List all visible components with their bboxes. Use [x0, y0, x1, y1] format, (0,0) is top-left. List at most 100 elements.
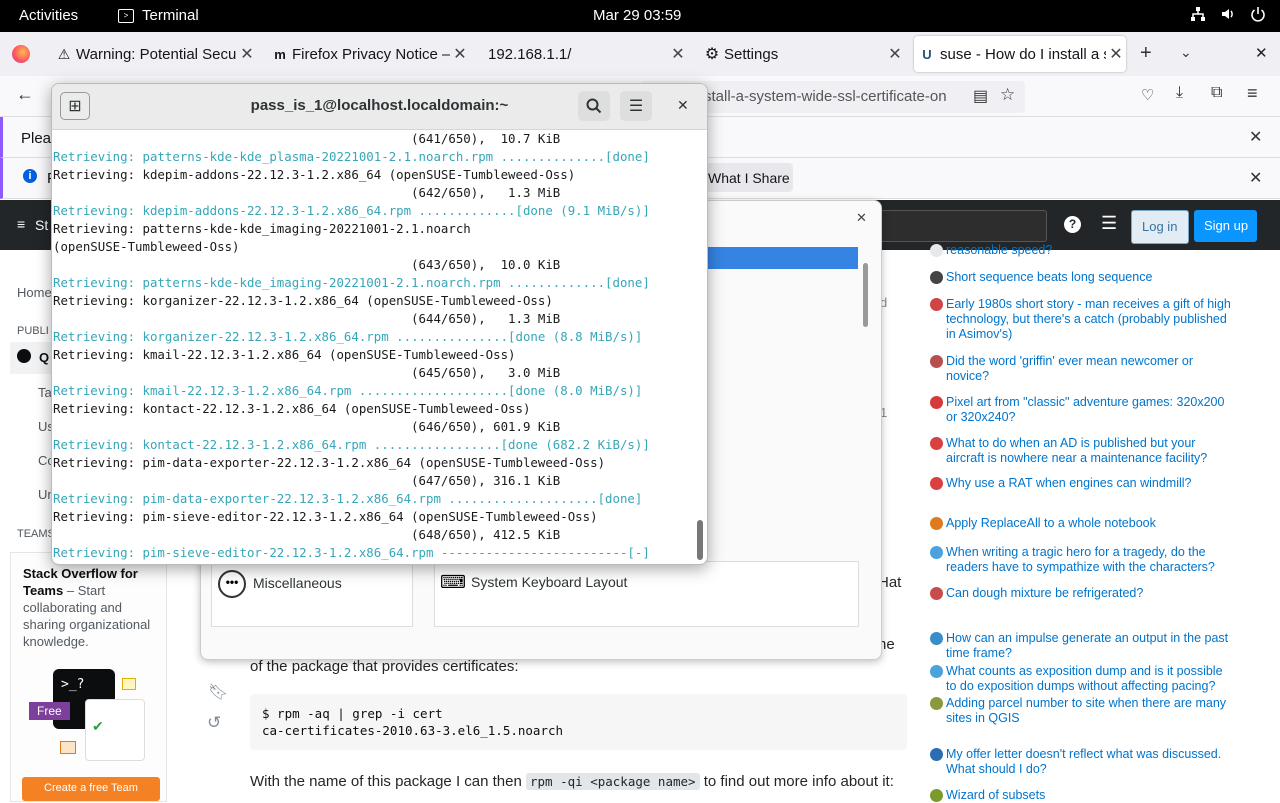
network-icon [1191, 7, 1205, 21]
hot-question-link[interactable]: Did the word 'griffin' ever mean newcome… [930, 354, 1236, 384]
terminal-output[interactable]: (641/650), 10.7 KiB Retrieving: patterns-… [53, 130, 693, 564]
hot-question-link[interactable]: Can dough mixture be refrigerated? [930, 586, 1236, 601]
close-icon[interactable]: ✕ [1249, 127, 1262, 147]
hot-question-link[interactable]: When writing a tragic hero for a tragedy… [930, 545, 1236, 575]
volume-icon [1222, 9, 1233, 19]
site-switcher-icon[interactable]: ☰ [1101, 213, 1117, 234]
extensions-icon[interactable]: ⧉ [1211, 84, 1222, 102]
close-tab-icon[interactable]: ✕ [885, 44, 905, 64]
answer-text: of the package that provides certificate… [250, 658, 519, 675]
keyboard-layout-label[interactable]: System Keyboard Layout [471, 574, 627, 590]
close-tab-icon[interactable]: ✕ [237, 44, 257, 64]
terminal-line: (646/650), 601.9 KiB [53, 419, 561, 434]
bookmark-icon[interactable]: 🔖︎ [208, 682, 228, 702]
info-icon: i [23, 169, 37, 183]
terminal-scrollbar[interactable] [697, 520, 703, 560]
back-arrow-icon[interactable]: ← [16, 84, 34, 105]
site-icon [930, 665, 943, 678]
system-tray[interactable] [1190, 6, 1266, 22]
tab-security-warning[interactable]: ⚠ Warning: Potential Security Risk Ahead… [52, 36, 257, 72]
create-team-button[interactable]: Create a free Team [22, 777, 160, 801]
close-icon[interactable]: ✕ [677, 97, 689, 114]
terminal-line: Retrieving: patterns-kde-kde_imaging-202… [53, 221, 471, 236]
hot-question-link[interactable]: Why use a RAT when engines can windmill? [930, 476, 1236, 491]
firefox-menu-icon[interactable] [12, 45, 30, 63]
signup-label: Sign up [1204, 218, 1249, 233]
terminal-line: (648/650), 412.5 KiB [53, 527, 561, 542]
hot-question-link[interactable]: reasonable speed? [930, 243, 1236, 258]
unix-se-icon: U [922, 46, 932, 62]
code-block: $ rpm -aq | grep -i cert ca-certificates… [250, 694, 907, 750]
terminal-line: Retrieving: pim-data-exporter-22.12.3-1.… [53, 455, 606, 470]
so-menu-icon[interactable]: ≡ [17, 216, 25, 232]
pocket-icon[interactable]: ♡ [1141, 86, 1154, 104]
hot-question-link[interactable]: How can an impulse generate an output in… [930, 631, 1236, 661]
login-button[interactable]: Log in [1131, 210, 1189, 244]
terminal-line: (641/650), 10.7 KiB [53, 131, 561, 146]
site-icon [930, 587, 943, 600]
so-search-input[interactable] [870, 210, 1047, 242]
hot-question-link[interactable]: Adding parcel number to site when there … [930, 696, 1236, 726]
site-icon [930, 298, 943, 311]
terminal-line: Retrieving: pim-sieve-editor-22.12.3-1.2… [53, 509, 598, 524]
scrollbar[interactable] [863, 263, 868, 327]
terminal-line: Retrieving: kmail-22.12.3-1.2.x86_64 (op… [53, 347, 516, 362]
hot-question-link[interactable]: Wizard of subsets [930, 788, 1236, 803]
hamburger-menu-icon[interactable]: ≡ [1247, 83, 1258, 104]
close-icon[interactable]: ✕ [856, 210, 867, 226]
hot-question-link[interactable]: What counts as exposition dump and is it… [930, 664, 1236, 694]
so-logo[interactable]: St [35, 217, 48, 233]
misc-label[interactable]: Miscellaneous [253, 575, 342, 591]
login-label: Log in [1142, 219, 1178, 234]
clock[interactable]: Mar 29 03:59 [593, 7, 681, 24]
activities-button[interactable]: Activities [19, 7, 78, 24]
firefox-tab-strip: ⚠ Warning: Potential Security Risk Ahead… [0, 32, 1280, 76]
hot-question-text: reasonable speed? [946, 243, 1053, 257]
tab-privacy-notice[interactable]: m Firefox Privacy Notice — Mozilla ✕ [268, 36, 470, 72]
downloads-icon[interactable]: ⤓ [1176, 84, 1183, 102]
tab-list-chevron-icon[interactable]: ⌄ [1180, 44, 1192, 61]
site-icon [930, 271, 943, 284]
close-window-icon[interactable]: ✕ [1255, 44, 1268, 62]
close-icon[interactable]: ✕ [1249, 168, 1262, 188]
teams-promo: Stack Overflow for Teams – Start collabo… [10, 552, 167, 802]
keyboard-icon: ⌨ [440, 572, 466, 592]
hot-question-link[interactable]: Early 1980s short story - man receives a… [930, 297, 1236, 342]
answer-text-part: to find out more info about it: [699, 773, 894, 790]
close-tab-icon[interactable]: ✕ [668, 44, 688, 64]
terminal-header-bar[interactable]: ⊞ pass_is_1@localhost.localdomain:~ ☰ ✕ [52, 84, 707, 130]
hot-question-link[interactable]: What to do when an AD is published but y… [930, 436, 1236, 466]
close-tab-icon[interactable]: ✕ [1106, 44, 1126, 64]
terminal-line: (openSUSE-Tumbleweed-Oss) [53, 239, 240, 254]
globe-icon [17, 349, 31, 363]
nav-home[interactable]: Home [17, 285, 52, 300]
menu-button[interactable]: ☰ [620, 91, 652, 121]
create-team-label: Create a free Team [44, 782, 138, 794]
history-icon[interactable]: ↺ [207, 713, 221, 733]
help-icon[interactable]: ? [1064, 216, 1081, 233]
signup-button[interactable]: Sign up [1194, 210, 1257, 242]
reader-view-icon[interactable]: ▤ [973, 86, 988, 106]
more-icon: ••• [218, 570, 246, 598]
tab-stackoverflow[interactable]: U suse - How do I install a system-wide … [914, 36, 1126, 72]
close-tab-icon[interactable]: ✕ [450, 44, 470, 64]
chat-bubble-icon-2 [60, 741, 76, 754]
what-i-share-button[interactable]: What I Share [697, 163, 793, 192]
hot-question-link[interactable]: Pixel art from "classic" adventure games… [930, 395, 1236, 425]
hot-question-text: Early 1980s short story - man receives a… [946, 297, 1231, 341]
bookmark-star-icon[interactable]: ☆ [1000, 85, 1015, 105]
mozilla-icon: m [274, 46, 286, 62]
hot-question-link[interactable]: My offer letter doesn't reflect what was… [930, 747, 1236, 777]
app-menu-label: Terminal [142, 7, 199, 24]
nav-tags[interactable]: Ta [38, 385, 52, 400]
new-tab-button[interactable]: + [1140, 42, 1152, 65]
nav-questions-label: Q [39, 350, 50, 365]
hot-question-link[interactable]: Short sequence beats long sequence [930, 270, 1236, 285]
search-button[interactable] [578, 91, 610, 121]
tab-settings[interactable]: ⚙ Settings ✕ [700, 36, 905, 72]
site-icon [930, 632, 943, 645]
site-icon [930, 396, 943, 409]
app-menu-terminal[interactable]: > Terminal [118, 7, 199, 24]
tab-router[interactable]: 192.168.1.1/ ✕ [488, 36, 688, 72]
hot-question-link[interactable]: Apply ReplaceAll to a whole notebook [930, 516, 1236, 531]
